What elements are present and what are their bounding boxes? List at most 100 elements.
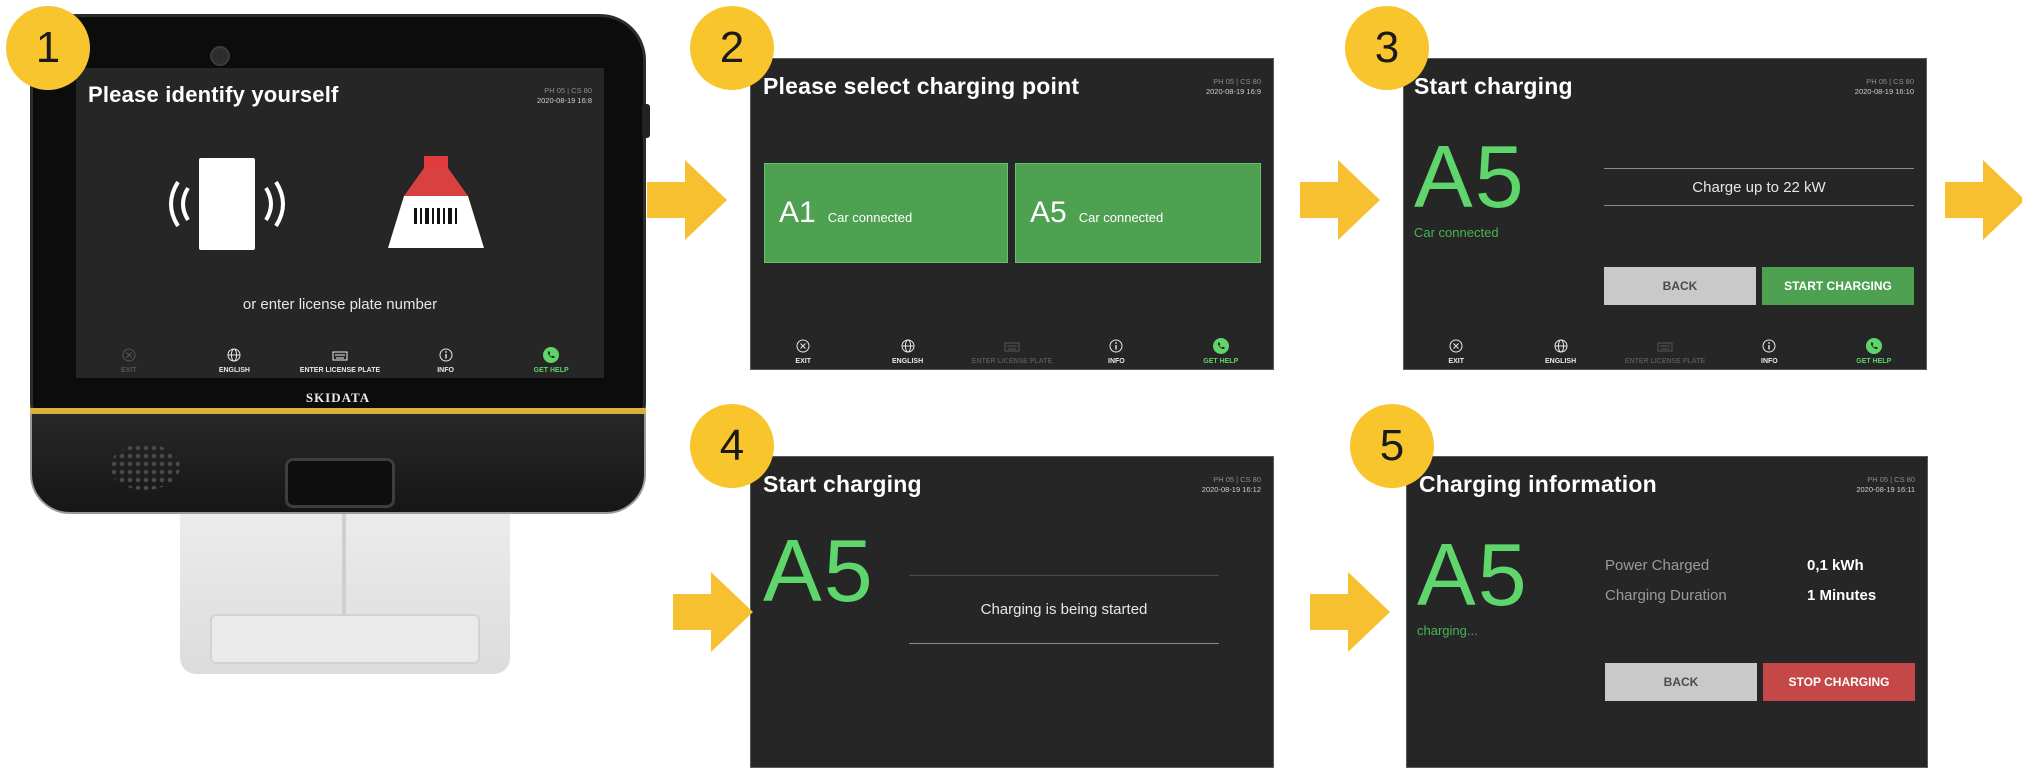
charging-duration-value: 1 Minutes (1807, 587, 1877, 604)
nav-exit[interactable]: EXIT (751, 338, 855, 365)
terminal-id: PH 05 | CS 80 (1866, 77, 1914, 86)
nav-help[interactable]: GET HELP (1169, 338, 1273, 365)
page-title: Start charging (763, 471, 922, 497)
device-brand: SKIDATA (305, 390, 371, 405)
step-badge-1: 1 (6, 6, 90, 90)
terminal-id: PH 05 | CS 80 (544, 86, 592, 95)
nav-license-plate[interactable]: ENTER LICENSE PLATE (1613, 338, 1717, 365)
nav-license-plate-label: ENTER LICENSE PLATE (1624, 358, 1706, 365)
accent-stripe (30, 408, 646, 414)
arrow-right-icon (647, 160, 727, 240)
back-button[interactable]: BACK (1604, 267, 1756, 305)
back-button[interactable]: BACK (1605, 663, 1757, 701)
charging-status-message: Charging is being started (980, 601, 1148, 618)
arrow-right-icon (1300, 160, 1380, 240)
divider (1604, 168, 1914, 169)
screen-select-point: Please select charging point PH 05 | CS … (750, 58, 1274, 370)
nav-help-label: GET HELP (1203, 358, 1239, 365)
charging-point-status: Car connected (1078, 209, 1164, 225)
globe-icon (900, 338, 916, 354)
nav-language-label: ENGLISH (892, 358, 924, 365)
terminal-id: PH 05 | CS 80 (1213, 475, 1261, 484)
charging-point-code: A5 (1417, 525, 1529, 624)
page-title: Please identify yourself (88, 82, 339, 107)
card-reader-slot (285, 458, 395, 508)
step-badge-4: 4 (690, 404, 774, 488)
nav-info-label: INFO (437, 367, 454, 374)
terminal-time: 2020-08-19 16:9 (1205, 87, 1261, 96)
phone-icon (1212, 338, 1229, 354)
charge-limit-text: Charge up to 22 kW (1692, 179, 1826, 196)
terminal-side-button (642, 104, 650, 138)
charging-point-a1[interactable]: A1 Car connected (764, 163, 1008, 263)
speaker-grille (110, 444, 180, 490)
nav-help[interactable]: GET HELP (1822, 338, 1926, 365)
nav-exit[interactable]: EXIT (1404, 338, 1508, 365)
charging-point-code: A5 (1030, 196, 1067, 229)
charging-point-a5[interactable]: A5 Car connected (1015, 163, 1261, 263)
nav-exit[interactable]: EXIT (76, 347, 182, 374)
connection-status: Car connected (1414, 225, 1499, 240)
nav-license-plate[interactable]: ENTER LICENSE PLATE (287, 347, 393, 374)
terminal-time: 2020-08-19 16:8 (536, 96, 592, 105)
exit-icon (795, 338, 811, 354)
nav-language[interactable]: ENGLISH (1508, 338, 1612, 365)
arrow-right-icon (1945, 160, 2022, 240)
charging-point-code: A1 (779, 196, 816, 229)
screen-charging-starting: Start charging PH 05 | CS 80 2020-08-19 … (750, 456, 1274, 768)
info-icon (1108, 338, 1124, 354)
globe-icon (226, 347, 242, 363)
nav-info-label: INFO (1108, 358, 1125, 365)
nav-language[interactable]: ENGLISH (855, 338, 959, 365)
bottom-nav: EXIT ENGLISH ENTER LICENSE PLATE INFO GE… (751, 325, 1273, 369)
nav-license-plate-label: ENTER LICENSE PLATE (971, 358, 1053, 365)
charging-point-code: A5 (1414, 127, 1526, 226)
keyboard-icon (332, 347, 348, 363)
page-title: Start charging (1414, 73, 1573, 99)
terminal-stand-tray (210, 614, 480, 664)
info-icon (438, 347, 454, 363)
terminal-meta: PH 05 | CS 80 2020-08-19 16:12 (1202, 475, 1261, 495)
nav-language[interactable]: ENGLISH (182, 347, 288, 374)
globe-icon (1553, 338, 1569, 354)
power-charged-label: Power Charged (1605, 557, 1710, 574)
stop-charging-button[interactable]: STOP CHARGING (1763, 663, 1915, 701)
keyboard-icon (1657, 338, 1673, 354)
terminal-id: PH 05 | CS 80 (1213, 77, 1261, 86)
keyboard-icon (1004, 338, 1020, 354)
info-icon (1761, 338, 1777, 354)
bottom-nav: EXIT ENGLISH ENTER LICENSE PLATE INFO GE… (76, 338, 604, 378)
nav-language-label: ENGLISH (218, 367, 250, 374)
page-title: Please select charging point (763, 73, 1080, 99)
nav-exit-label: EXIT (795, 358, 811, 365)
phone-icon (1865, 338, 1882, 354)
terminal-meta: PH 05 | CS 80 2020-08-19 16:8 (537, 86, 592, 106)
arrow-right-icon (1310, 572, 1390, 652)
terminal-meta: PH 05 | CS 80 2020-08-19 16:9 (1206, 77, 1261, 97)
terminal-camera (210, 46, 230, 66)
nav-help-label: GET HELP (1856, 358, 1892, 365)
charging-point-status: Car connected (827, 209, 913, 225)
screen-identify: Please identify yourself PH 05 | CS 80 2… (76, 68, 604, 378)
nav-info[interactable]: INFO (1717, 338, 1821, 365)
nav-license-plate-label: ENTER LICENSE PLATE (299, 367, 381, 374)
nav-info[interactable]: INFO (393, 347, 499, 374)
terminal-time: 2020-08-19 16:11 (1856, 485, 1915, 494)
nav-exit-label: EXIT (121, 367, 137, 374)
power-charged-value: 0,1 kWh (1807, 557, 1864, 574)
nav-info[interactable]: INFO (1064, 338, 1168, 365)
start-charging-button[interactable]: START CHARGING (1762, 267, 1914, 305)
step-badge-2: 2 (690, 6, 774, 90)
bottom-nav: EXIT ENGLISH ENTER LICENSE PLATE INFO GE… (1404, 325, 1926, 369)
license-plate-prompt[interactable]: or enter license plate number (76, 296, 604, 313)
screen-start-charging: Start charging PH 05 | CS 80 2020-08-19 … (1403, 58, 1927, 370)
nav-help[interactable]: GET HELP (498, 347, 604, 374)
nav-license-plate[interactable]: ENTER LICENSE PLATE (960, 338, 1064, 365)
charging-status: charging... (1417, 623, 1478, 638)
terminal-meta: PH 05 | CS 80 2020-08-19 16:10 (1855, 77, 1914, 97)
terminal-time: 2020-08-19 16:10 (1854, 87, 1914, 96)
exit-icon (121, 347, 137, 363)
terminal-id: PH 05 | CS 80 (1867, 475, 1915, 484)
terminal-device: SKIDATA Please identify yourself PH 05 |… (30, 14, 650, 674)
divider (1604, 205, 1914, 206)
